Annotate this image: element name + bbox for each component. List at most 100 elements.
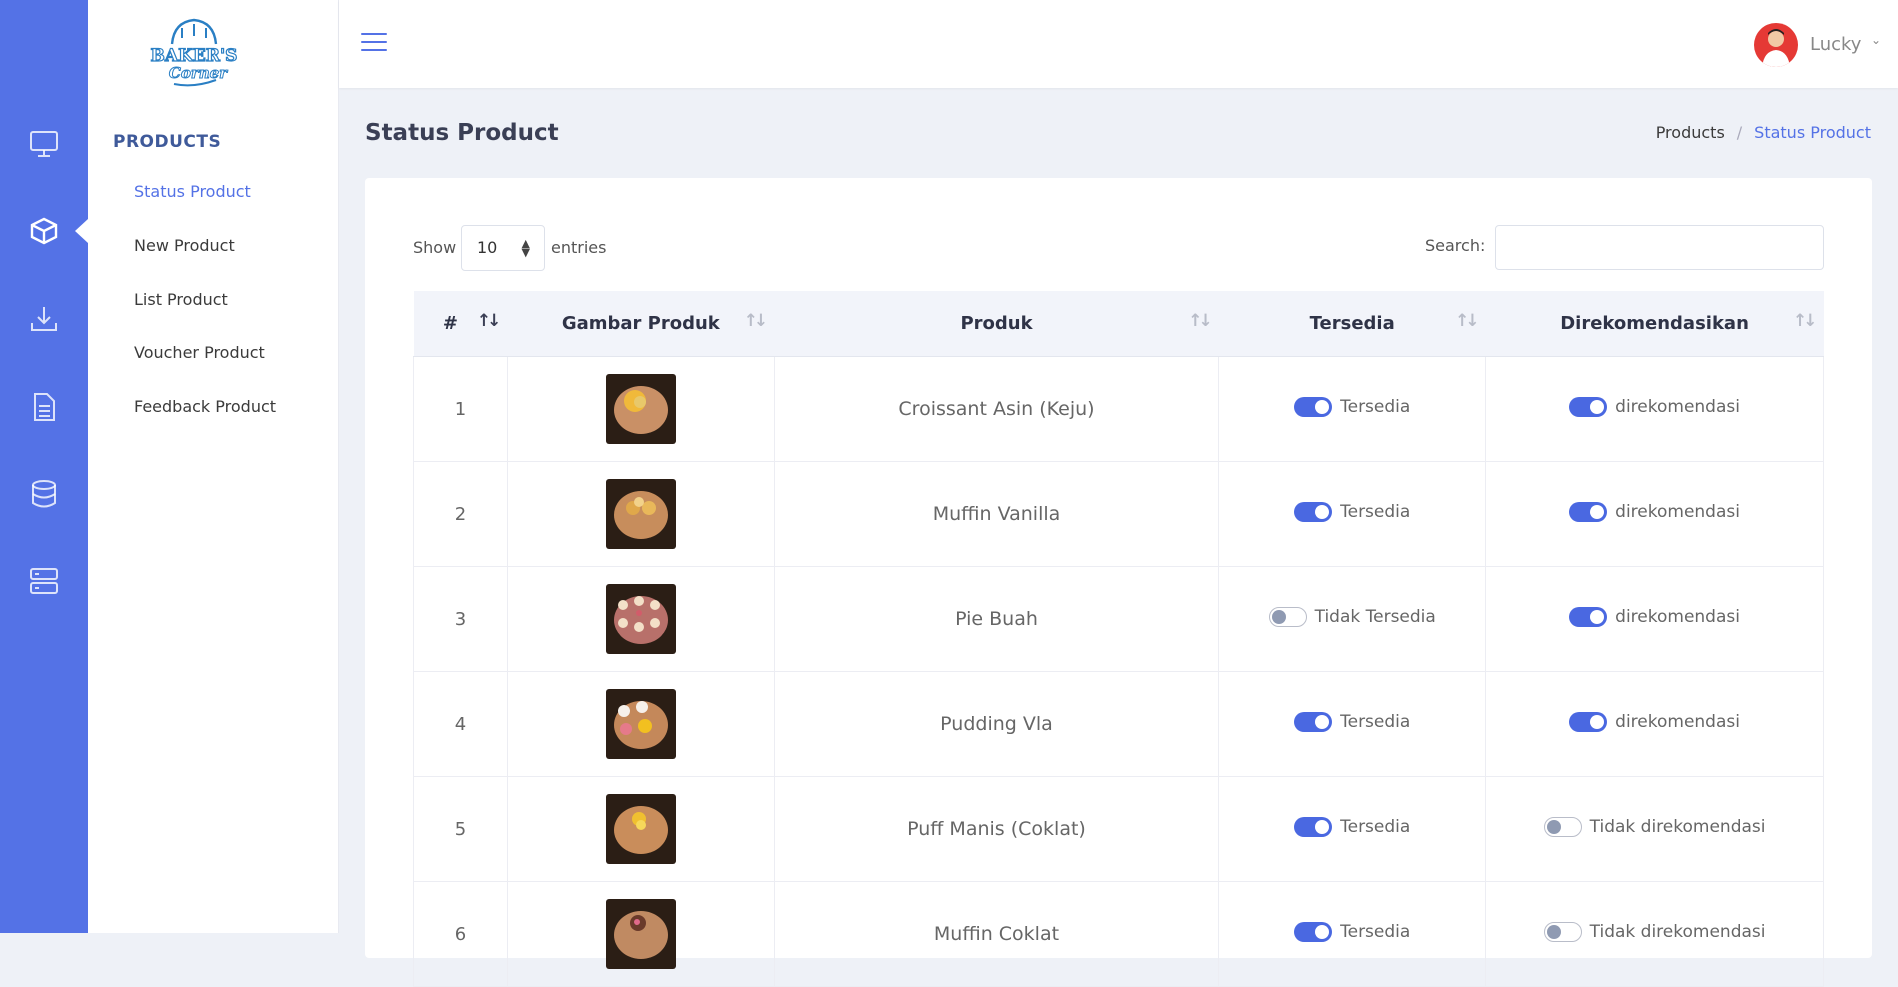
document-icon[interactable] (27, 390, 61, 424)
food-detail (641, 501, 656, 515)
row-number: 2 (413, 461, 508, 567)
column-header-number[interactable]: # ↑↓ (413, 291, 508, 357)
svg-text:BAKER'S: BAKER'S (151, 46, 238, 66)
show-label: Show (413, 238, 457, 257)
user-name[interactable]: Lucky (1810, 34, 1861, 55)
food-detail (635, 820, 646, 830)
monitor-icon[interactable] (27, 127, 61, 161)
products-table: # ↑↓ Gambar Produk ↑↓ Produk ↑↓ Tersedia ↑↓ … (413, 291, 1824, 987)
product-image-cell (506, 566, 775, 672)
sort-icon[interactable]: ↑↓ (1188, 311, 1212, 331)
table-row: 2 Muffin Vanilla Tersedia direkomendasi (413, 461, 1824, 567)
product-thumbnail[interactable] (605, 584, 676, 654)
product-image-cell (506, 776, 775, 882)
row-number: 6 (413, 881, 508, 987)
rekomendasi-cell: direkomendasi (1485, 356, 1824, 462)
tersedia-cell: Tersedia (1218, 461, 1487, 567)
tersedia-label: Tersedia (1340, 501, 1411, 522)
search-label: Search: (1425, 236, 1486, 255)
breadcrumb-products[interactable]: Products (1656, 123, 1725, 142)
rekomendasi-cell: direkomendasi (1485, 671, 1824, 777)
sort-icon[interactable]: ↑↓ (477, 311, 501, 331)
food-detail (635, 701, 648, 713)
product-thumbnail[interactable] (605, 794, 676, 864)
download-icon[interactable] (27, 302, 61, 336)
entries-value: 10 (477, 238, 498, 257)
food-detail (649, 618, 660, 628)
product-name: Muffin Coklat (773, 881, 1220, 987)
rekomendasi-cell: Tidak direkomendasi (1485, 776, 1824, 882)
entries-select[interactable]: 10 ▲ ▼ (461, 225, 545, 271)
product-thumbnail[interactable] (605, 374, 676, 444)
tersedia-label: Tersedia (1340, 816, 1411, 837)
product-name: Puff Manis (Coklat) (773, 776, 1220, 882)
rekomendasi-toggle[interactable] (1543, 921, 1582, 942)
food-detail (617, 705, 630, 717)
sort-icon[interactable]: ↑↓ (1455, 311, 1479, 331)
table-row: 5 Puff Manis (Coklat) Tersedia Tidak dir… (413, 776, 1824, 882)
select-arrows-icon: ▲ ▼ (521, 237, 530, 259)
sidebar-item-feedback-product[interactable]: Feedback Product (134, 397, 276, 416)
hamburger-menu-icon[interactable] (361, 33, 387, 55)
food-detail (633, 622, 644, 632)
tersedia-toggle[interactable] (1294, 396, 1333, 417)
column-header-produk[interactable]: Produk ↑↓ (774, 291, 1219, 357)
rekomendasi-label: direkomendasi (1615, 396, 1740, 417)
breadcrumb-current: Status Product (1754, 123, 1871, 142)
rekomendasi-label: direkomendasi (1615, 606, 1740, 627)
tersedia-cell: Tidak Tersedia (1218, 566, 1487, 672)
sidebar-item-list-product[interactable]: List Product (134, 290, 228, 309)
entries-label: entries (551, 238, 607, 257)
search-input[interactable] (1495, 225, 1824, 270)
breadcrumb-separator: / (1736, 123, 1743, 142)
rekomendasi-toggle[interactable] (1543, 816, 1582, 837)
tersedia-toggle[interactable] (1294, 816, 1333, 837)
row-number: 5 (413, 776, 508, 882)
rekomendasi-cell: Tidak direkomendasi (1485, 881, 1824, 987)
food-detail (635, 610, 642, 616)
table-row: 3 Pie Buah Tidak Tersedia direkomendasi (413, 566, 1824, 672)
database-icon[interactable] (27, 477, 61, 511)
bakers-corner-logo[interactable]: BAKER'S Corner (144, 14, 244, 90)
food-detail (633, 396, 646, 408)
rekomendasi-cell: direkomendasi (1485, 566, 1824, 672)
tersedia-toggle[interactable] (1294, 711, 1333, 732)
table-row: 6 Muffin Coklat Tersedia Tidak direkomen… (413, 881, 1824, 987)
product-image-cell (506, 881, 775, 987)
rekomendasi-toggle[interactable] (1569, 711, 1608, 732)
food-detail (617, 618, 628, 628)
sidebar-item-new-product[interactable]: New Product (134, 236, 235, 255)
product-thumbnail[interactable] (605, 479, 676, 549)
column-header-tersedia[interactable]: Tersedia ↑↓ (1218, 291, 1486, 357)
sidebar-item-status-product[interactable]: Status Product (134, 182, 251, 201)
sidebar-item-voucher-product[interactable]: Voucher Product (134, 343, 265, 362)
tersedia-label: Tersedia (1340, 711, 1411, 732)
sort-icon[interactable]: ↑↓ (1793, 311, 1817, 331)
food-detail (633, 919, 640, 925)
tersedia-toggle[interactable] (1268, 606, 1307, 627)
box-icon[interactable] (27, 214, 61, 248)
sort-icon[interactable]: ↑↓ (744, 311, 768, 331)
sidebar: BAKER'S Corner PRODUCTS Status Product N… (88, 0, 339, 933)
rekomendasi-toggle[interactable] (1569, 396, 1608, 417)
tersedia-toggle[interactable] (1294, 501, 1333, 522)
rekomendasi-toggle[interactable] (1569, 501, 1608, 522)
rekomendasi-toggle[interactable] (1569, 606, 1608, 627)
avatar[interactable] (1754, 23, 1798, 67)
tersedia-toggle[interactable] (1294, 921, 1333, 942)
product-thumbnail[interactable] (605, 899, 676, 969)
row-number: 4 (413, 671, 508, 777)
tersedia-cell: Tersedia (1218, 776, 1487, 882)
rekomendasi-label: direkomendasi (1615, 711, 1740, 732)
server-icon[interactable] (27, 564, 61, 598)
product-thumbnail[interactable] (605, 689, 676, 759)
tersedia-cell: Tersedia (1218, 881, 1487, 987)
column-header-gambar-produk[interactable]: Gambar Produk ↑↓ (507, 291, 775, 357)
column-header-direkomendasikan[interactable]: Direkomendasikan ↑↓ (1485, 291, 1824, 357)
row-number: 3 (413, 566, 508, 672)
row-number: 1 (413, 356, 508, 462)
rekomendasi-cell: direkomendasi (1485, 461, 1824, 567)
product-image-cell (506, 356, 775, 462)
tersedia-cell: Tersedia (1218, 671, 1487, 777)
chevron-down-icon[interactable]: ⌄ (1871, 33, 1881, 47)
